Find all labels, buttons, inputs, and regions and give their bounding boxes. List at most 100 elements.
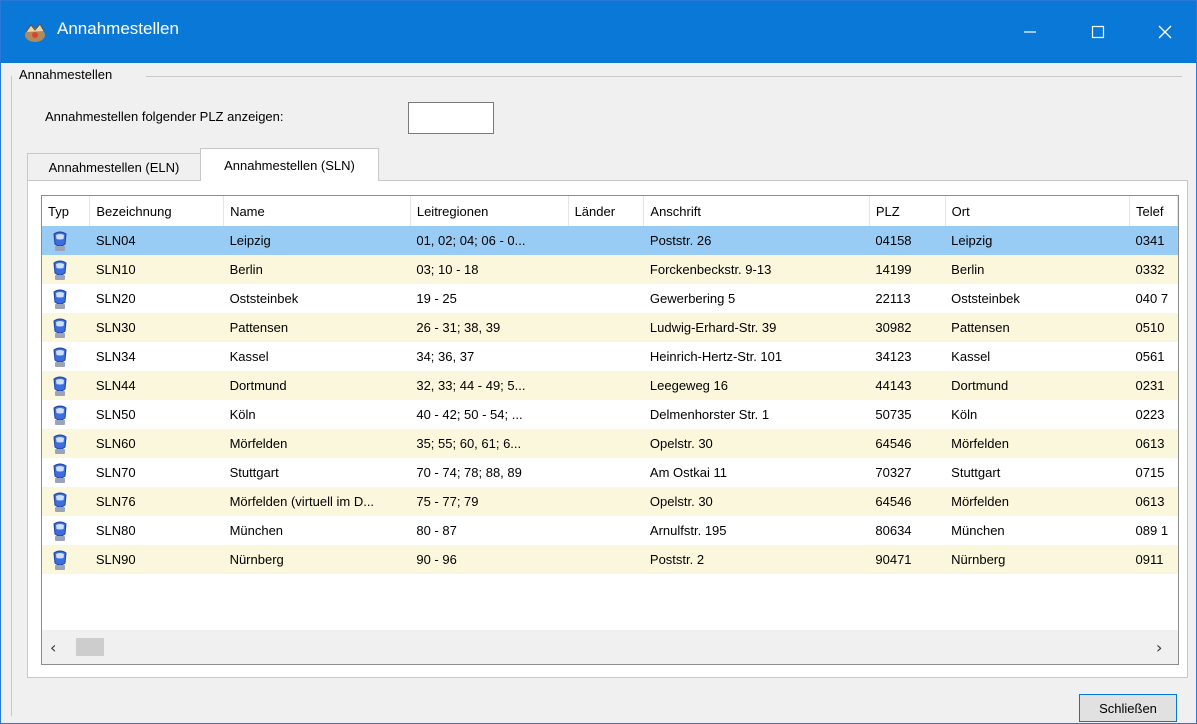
cell-anschrift: Opelstr. 30: [643, 429, 870, 458]
cell-typ: [42, 313, 90, 342]
column-header-name[interactable]: Name: [223, 196, 411, 226]
cell-ort: Mörfelden: [945, 429, 1130, 458]
tab-annahmestellen-eln[interactable]: Annahmestellen (ELN): [27, 153, 201, 180]
cell-bezeichnung: SLN76: [89, 487, 224, 516]
depot-icon: [53, 347, 67, 367]
cell-bezeichnung: SLN60: [89, 429, 224, 458]
cell-ort: Kassel: [951, 349, 991, 364]
scroll-left-icon[interactable]: ‹: [50, 638, 56, 657]
cell-typ: [42, 458, 90, 487]
minimize-button[interactable]: [997, 1, 1063, 63]
table-row[interactable]: SLN30 Pattensen 26 - 31; 38, 39 Ludwig-Erha…: [42, 313, 1178, 342]
close-icon: [1158, 25, 1172, 39]
cell-laender: [568, 458, 644, 487]
cell-telefon: 0341: [1129, 226, 1178, 255]
cell-plz: 14199: [869, 255, 946, 284]
table-row[interactable]: SLN04 Leipzig 01, 02; 04; 06 - 0... Poststr…: [42, 226, 1178, 255]
column-header-leitregionen[interactable]: Leitregionen: [410, 196, 569, 226]
column-header-plz[interactable]: PLZ: [869, 196, 946, 226]
cell-anschrift: Delmenhorster Str. 1: [649, 407, 770, 422]
cell-plz: 80634: [875, 523, 912, 538]
cell-ort: Stuttgart: [951, 465, 1001, 480]
cell-laender: [568, 313, 644, 342]
table-header: Typ Bezeichnung Name Leitregionen Länder…: [42, 196, 1178, 226]
scrollbar-thumb[interactable]: [76, 638, 104, 656]
depot-icon: [53, 434, 67, 454]
cell-name: München: [229, 523, 284, 538]
table-row[interactable]: SLN76 Mörfelden (virtuell im D... 75 - 77;…: [42, 487, 1178, 516]
cell-anschrift: Opelstr. 30: [643, 487, 870, 516]
cell-telefon: 0561: [1135, 349, 1165, 364]
table-row[interactable]: SLN80 München 80 - 87 Arnulfstr. 195 80634 Mü…: [42, 516, 1178, 545]
cell-typ: [42, 255, 90, 284]
table-row[interactable]: SLN60 Mörfelden 35; 55; 60, 61; 6... Opelst…: [42, 429, 1178, 458]
cell-plz: 04158: [869, 226, 946, 255]
column-header-ort[interactable]: Ort: [945, 196, 1131, 226]
scroll-right-icon[interactable]: ›: [1156, 638, 1162, 657]
title-bar[interactable]: Annahmestellen: [1, 1, 1196, 63]
cell-leitregionen: 40 - 42; 50 - 54; ...: [416, 407, 523, 422]
cell-typ: [42, 371, 90, 400]
cell-telefon: 0510: [1129, 313, 1178, 342]
cell-leitregionen: 03; 10 - 18: [410, 255, 569, 284]
cell-leitregionen: 19 - 25: [416, 291, 457, 306]
cell-bezeichnung: SLN20: [95, 291, 136, 306]
cell-plz: 90471: [869, 545, 946, 574]
cell-name: Nürnberg: [223, 545, 411, 574]
cell-laender: [568, 429, 644, 458]
cell-leitregionen: 01, 02; 04; 06 - 0...: [410, 226, 569, 255]
table-row[interactable]: SLN50 Köln 40 - 42; 50 - 54; ... Delmenhors…: [42, 400, 1178, 429]
table-row[interactable]: SLN44 Dortmund 32, 33; 44 - 49; 5... Leegew…: [42, 371, 1178, 400]
cell-typ: [42, 516, 90, 545]
cell-bezeichnung: SLN34: [95, 349, 136, 364]
group-label: Annahmestellen: [19, 67, 117, 82]
cell-ort: Oststeinbek: [951, 291, 1020, 306]
cell-name: Kassel: [229, 349, 269, 364]
table-row[interactable]: SLN10 Berlin 03; 10 - 18 Forckenbeckstr. 9-…: [42, 255, 1178, 284]
horizontal-scrollbar[interactable]: ‹ ›: [42, 630, 1178, 664]
column-header-laender[interactable]: Länder: [568, 196, 645, 226]
cell-leitregionen: 90 - 96: [410, 545, 569, 574]
cell-anschrift: Poststr. 26: [643, 226, 870, 255]
cell-typ: [42, 342, 90, 371]
cell-ort: Köln: [951, 407, 978, 422]
column-header-telefon[interactable]: Telef: [1129, 196, 1178, 226]
table-row[interactable]: SLN90 Nürnberg 90 - 96 Poststr. 2 90471 Nürnb…: [42, 545, 1178, 574]
cell-laender: [568, 284, 644, 313]
depot-icon: [53, 289, 67, 309]
window-title: Annahmestellen: [57, 19, 179, 38]
column-header-typ[interactable]: Typ: [42, 196, 91, 226]
schliessen-button[interactable]: Schließen: [1079, 694, 1177, 722]
cell-leitregionen: 75 - 77; 79: [410, 487, 569, 516]
cell-ort: Berlin: [945, 255, 1130, 284]
column-header-anschrift[interactable]: Anschrift: [643, 196, 870, 226]
cell-bezeichnung: SLN80: [95, 523, 136, 538]
cell-leitregionen: 70 - 74; 78; 88, 89: [416, 465, 522, 480]
depot-icon: [53, 405, 67, 425]
close-window-button[interactable]: [1132, 1, 1197, 63]
plz-filter-input[interactable]: [408, 102, 494, 134]
cell-name: Mörfelden: [223, 429, 411, 458]
tab-annahmestellen-sln[interactable]: Annahmestellen (SLN): [200, 148, 379, 181]
table-row[interactable]: SLN34 Kassel 34; 36, 37 Heinrich-Hertz-Str.…: [42, 342, 1178, 371]
cell-leitregionen: 35; 55; 60, 61; 6...: [410, 429, 569, 458]
cell-ort: Mörfelden: [945, 487, 1130, 516]
table-row[interactable]: SLN20 Oststeinbek 19 - 25 Gewerbering 5 2211…: [42, 284, 1178, 313]
column-header-bezeichnung[interactable]: Bezeichnung: [89, 196, 225, 226]
depot-icon: [53, 463, 67, 483]
cell-telefon: 040 7: [1135, 291, 1169, 306]
cell-plz: 64546: [869, 487, 946, 516]
cell-plz: 22113: [875, 291, 911, 306]
maximize-button[interactable]: [1065, 1, 1131, 63]
depot-icon: [53, 492, 67, 512]
annahmestellen-grid[interactable]: Typ Bezeichnung Name Leitregionen Länder…: [41, 195, 1179, 665]
cell-anschrift: Ludwig-Erhard-Str. 39: [643, 313, 870, 342]
cell-bezeichnung: SLN10: [89, 255, 224, 284]
minimize-icon: [1024, 31, 1036, 33]
group-divider: [146, 76, 1182, 77]
app-icon: [25, 23, 45, 42]
cell-ort: Dortmund: [945, 371, 1130, 400]
cell-laender: [568, 226, 644, 255]
table-row[interactable]: SLN70 Stuttgart 70 - 74; 78; 88, 89 Am Ostk…: [42, 458, 1178, 487]
cell-telefon: 0613: [1129, 487, 1178, 516]
